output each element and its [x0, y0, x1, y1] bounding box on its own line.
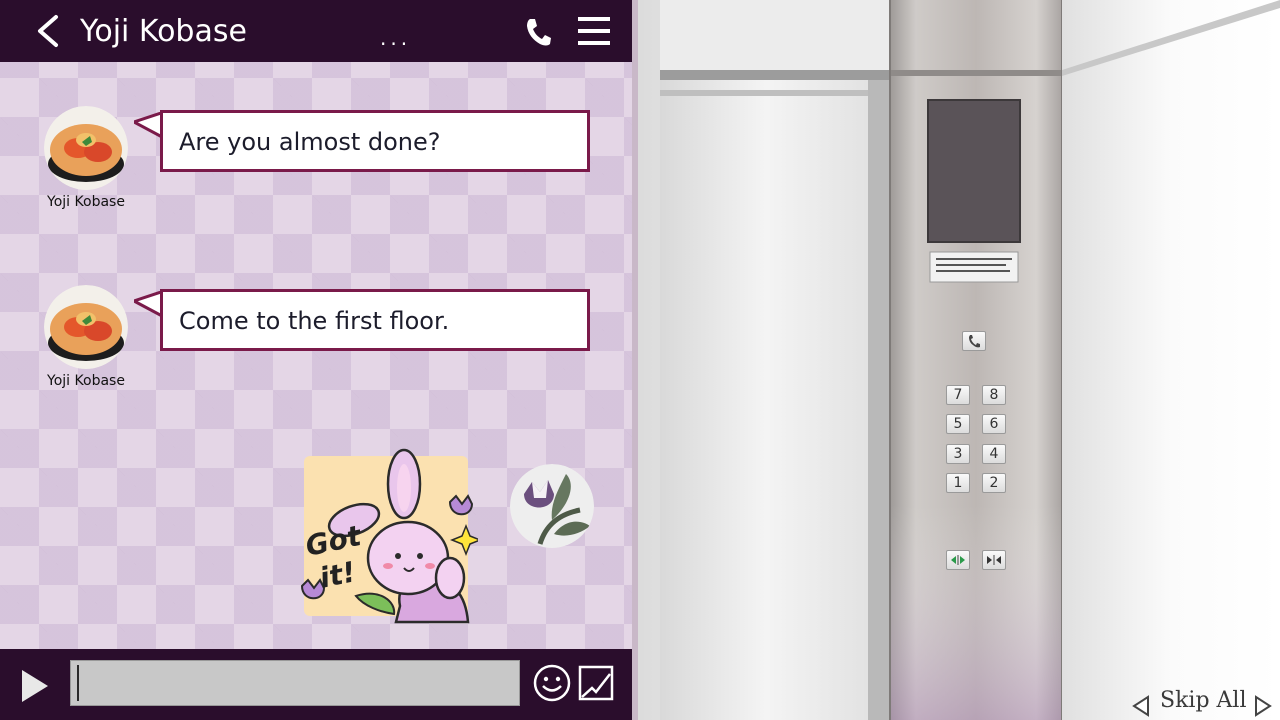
contact-avatar[interactable]: [44, 106, 128, 190]
chat-header: Yoji Kobase ...: [0, 0, 638, 62]
message-row: Yoji Kobase Are you almost done?: [0, 106, 638, 226]
text-caret: [77, 665, 79, 701]
message-text: Are you almost done?: [179, 128, 441, 156]
floor-button-5[interactable]: 5: [946, 414, 970, 434]
message-text: Come to the first floor.: [179, 307, 450, 335]
food-avatar-icon: [44, 285, 128, 369]
phone-call-icon[interactable]: [524, 17, 552, 47]
food-avatar-icon: [44, 106, 128, 190]
back-arrow-icon[interactable]: [34, 14, 68, 48]
sender-name: Yoji Kobase: [47, 373, 125, 389]
door-close-button[interactable]: [982, 550, 1006, 570]
user-avatar[interactable]: [510, 464, 594, 548]
floor-display: [927, 99, 1021, 243]
phone-icon: [969, 335, 980, 348]
skip-back-icon[interactable]: [1130, 694, 1152, 718]
door-open-button[interactable]: [946, 550, 970, 570]
skip-forward-icon[interactable]: [1252, 694, 1274, 718]
floor-button-1[interactable]: 1: [946, 473, 970, 493]
skip-all-button[interactable]: Skip All: [1160, 688, 1246, 713]
chat-panel: Yoji Kobase ... Yoji Kobase Are you almo…: [0, 0, 638, 720]
smiley-icon[interactable]: [532, 663, 572, 703]
floor-button-4[interactable]: 4: [982, 444, 1006, 464]
tulip-avatar-icon: [510, 464, 594, 548]
emergency-call-button[interactable]: [962, 331, 986, 351]
message-bubble: Are you almost done?: [160, 110, 590, 172]
got-it-bunny-sticker[interactable]: Got it!: [300, 446, 478, 626]
contact-avatar[interactable]: [44, 285, 128, 369]
floor-button-3[interactable]: 3: [946, 444, 970, 464]
message-row: Yoji Kobase Come to the first floor.: [0, 285, 638, 405]
elevator-scene: [638, 0, 1280, 720]
message-input[interactable]: [70, 660, 520, 706]
contact-name: Yoji Kobase: [80, 14, 247, 49]
typing-indicator: ...: [380, 26, 412, 50]
door-close-icon: [987, 555, 1001, 565]
floor-button-8[interactable]: 8: [982, 385, 1006, 405]
door-open-icon: [951, 555, 965, 565]
floor-button-7[interactable]: 7: [946, 385, 970, 405]
menu-icon[interactable]: [576, 14, 612, 48]
floor-button-2[interactable]: 2: [982, 473, 1006, 493]
braille-plate: [929, 251, 1019, 283]
message-bubble: Come to the first floor.: [160, 289, 590, 351]
floor-button-6[interactable]: 6: [982, 414, 1006, 434]
sender-name: Yoji Kobase: [47, 194, 125, 210]
play-send-icon[interactable]: [20, 668, 50, 704]
image-attach-icon[interactable]: [578, 664, 614, 702]
